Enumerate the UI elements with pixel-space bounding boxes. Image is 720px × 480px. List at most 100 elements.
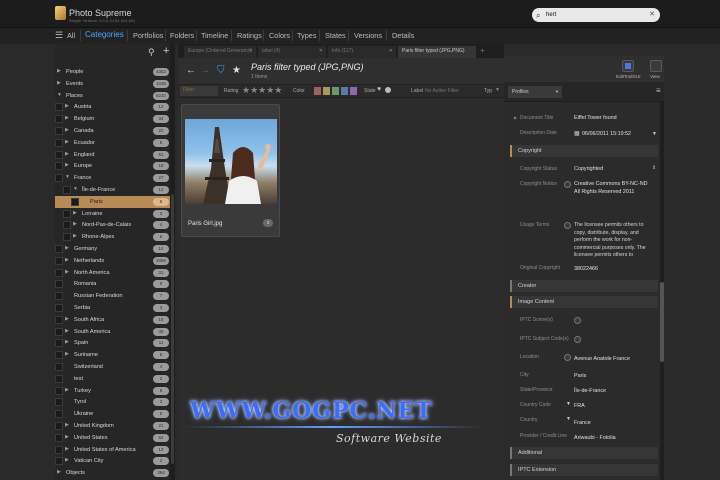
- tree-item[interactable]: Paris 8: [55, 195, 175, 208]
- search-input[interactable]: ⌕ hert ✕: [532, 8, 660, 22]
- tree-checkbox[interactable]: [55, 138, 63, 147]
- provider-field[interactable]: Ariwaubi - Fotolia: [574, 435, 616, 441]
- expand-arrow-icon[interactable]: ▶: [65, 245, 69, 251]
- state-province-field[interactable]: Île-de-France: [574, 388, 606, 394]
- tree-checkbox[interactable]: [55, 445, 63, 454]
- tree-item[interactable]: Ukraine 5: [55, 408, 175, 420]
- tree-checkbox[interactable]: [55, 256, 63, 265]
- tree-checkbox[interactable]: [55, 150, 63, 159]
- date-dropdown-icon[interactable]: ▼: [652, 131, 657, 137]
- menu-icon[interactable]: ☰: [55, 30, 63, 41]
- expand-arrow-icon[interactable]: ▶: [57, 469, 61, 475]
- tree-checkbox[interactable]: [55, 433, 63, 442]
- expand-arrow-icon[interactable]: ▶: [65, 316, 69, 322]
- expand-arrow-icon[interactable]: ▶: [57, 80, 61, 86]
- tree-item[interactable]: ▶ North America 31: [55, 267, 175, 279]
- tree-item[interactable]: Russian Federation 7: [55, 290, 175, 302]
- tree-item[interactable]: Switzerland 4: [55, 361, 175, 373]
- type-dropdown-icon[interactable]: ▼: [495, 87, 500, 93]
- copyright-notice-field[interactable]: Creative Commons BY-NC-ND All Rights Res…: [574, 181, 654, 196]
- tree-scrollbar[interactable]: [170, 44, 175, 480]
- nav-folders[interactable]: Folders: [170, 31, 194, 40]
- add-subject-icon[interactable]: [574, 336, 581, 343]
- close-icon[interactable]: ✕: [319, 48, 323, 54]
- expand-arrow-icon[interactable]: ▶: [514, 115, 517, 120]
- expand-arrow-icon[interactable]: ▶: [65, 103, 69, 109]
- expand-arrow-icon[interactable]: ▶: [65, 434, 69, 440]
- usage-terms-field[interactable]: The licensee permits others to copy, dis…: [574, 222, 654, 258]
- forward-arrow-icon[interactable]: →: [200, 65, 210, 76]
- add-scene-icon[interactable]: [574, 317, 581, 324]
- expand-arrow-icon[interactable]: ▶: [65, 339, 69, 345]
- section-copyright[interactable]: Copyright: [510, 145, 658, 157]
- expand-arrow-icon[interactable]: ▶: [65, 151, 69, 157]
- nav-versions[interactable]: Versions: [354, 31, 382, 40]
- tree-item[interactable]: ▶ Germany 14: [55, 243, 175, 255]
- expand-arrow-icon[interactable]: ▶: [65, 328, 69, 334]
- expand-arrow-icon[interactable]: ▶: [73, 233, 77, 239]
- city-field[interactable]: Paris: [574, 373, 586, 379]
- tree-item[interactable]: Serbia 3: [55, 302, 175, 314]
- tree-item[interactable]: ▶ Objects 394: [55, 467, 175, 479]
- expand-arrow-icon[interactable]: ▶: [65, 351, 69, 357]
- panel-menu-icon[interactable]: ≡: [656, 86, 661, 95]
- tree-item[interactable]: ▶ Europe 18: [55, 160, 175, 172]
- expand-arrow-icon[interactable]: ▶: [65, 257, 69, 263]
- nav-categories[interactable]: Categories: [85, 30, 124, 39]
- expand-arrow-icon[interactable]: ▶: [65, 387, 69, 393]
- tree-checkbox[interactable]: [63, 233, 71, 242]
- metadata-scrollbar[interactable]: [660, 102, 664, 480]
- dropdown-icon[interactable]: ▼: [566, 416, 571, 422]
- metadata-scroll-thumb[interactable]: [660, 282, 664, 362]
- expand-arrow-icon[interactable]: ▶: [65, 162, 69, 168]
- tree-item[interactable]: ▶ South Africa 15: [55, 314, 175, 326]
- tree-checkbox[interactable]: [55, 103, 63, 112]
- nav-portfolios[interactable]: Portfolios: [133, 31, 163, 40]
- tree-checkbox[interactable]: [55, 363, 63, 371]
- tree-checkbox[interactable]: [55, 410, 63, 419]
- view-icon[interactable]: [650, 60, 662, 72]
- tree-item[interactable]: ▶ Nord-Pas-de-Calais 4: [55, 219, 175, 231]
- tree-item[interactable]: ▶ Turkey 9: [55, 385, 175, 397]
- color-swatch-green[interactable]: [332, 87, 339, 95]
- tree-checkbox[interactable]: [55, 315, 63, 324]
- tree-checkbox[interactable]: [55, 351, 63, 360]
- tree-checkbox[interactable]: [55, 422, 63, 430]
- nav-timeline[interactable]: Timeline: [201, 31, 228, 40]
- description-date-field[interactable]: 06/06/2011 15:19:52: [582, 131, 631, 137]
- tree-checkbox[interactable]: [55, 115, 63, 124]
- rating-stars[interactable]: ★★★★★: [242, 85, 282, 96]
- tree-checkbox[interactable]: [55, 304, 63, 312]
- tree-item[interactable]: ▶ Rhone-Alpes 6: [55, 231, 175, 243]
- tree-checkbox[interactable]: [55, 374, 63, 383]
- lang-icon[interactable]: [564, 354, 571, 361]
- tree-item[interactable]: ▶ Events 1048: [55, 78, 175, 90]
- tree-checkbox[interactable]: [55, 327, 63, 336]
- tree-item[interactable]: ▶ South America 40: [55, 326, 175, 338]
- tree-checkbox[interactable]: [55, 398, 63, 407]
- document-title-field[interactable]: Eiffel Tower found: [574, 115, 617, 121]
- nav-colors[interactable]: Colors: [269, 31, 290, 40]
- color-swatch-red[interactable]: [314, 87, 321, 95]
- nav-all[interactable]: All: [67, 31, 75, 40]
- expand-arrow-icon[interactable]: ▶: [65, 139, 69, 145]
- tree-checkbox[interactable]: [63, 221, 71, 230]
- color-swatch-purple[interactable]: [350, 87, 357, 95]
- state-heart-icon[interactable]: ♥: [377, 86, 381, 93]
- expand-arrow-icon[interactable]: ▶: [65, 457, 69, 463]
- section-iptc-extension[interactable]: IPTC Extension: [510, 464, 658, 476]
- section-creator[interactable]: Creator: [510, 280, 658, 292]
- tree-item[interactable]: Romania 9: [55, 278, 175, 290]
- edit-tool-icon[interactable]: [622, 60, 634, 72]
- expand-arrow-icon[interactable]: ▶: [65, 127, 69, 133]
- tree-item[interactable]: test 2: [55, 373, 175, 385]
- calendar-icon[interactable]: ▦: [574, 130, 580, 137]
- expand-arrow-icon[interactable]: ▶: [65, 269, 69, 275]
- tree-checkbox[interactable]: [63, 209, 71, 218]
- tree-item[interactable]: ▶ United States 64: [55, 432, 175, 444]
- nav-states[interactable]: States: [325, 31, 346, 40]
- tab-europe[interactable]: Europe (Ordered Generator) ✕: [184, 46, 256, 58]
- tree-checkbox[interactable]: [71, 197, 79, 206]
- filter-icon[interactable]: ⛉: [217, 65, 225, 76]
- original-copyright-field[interactable]: 38022466: [574, 266, 598, 272]
